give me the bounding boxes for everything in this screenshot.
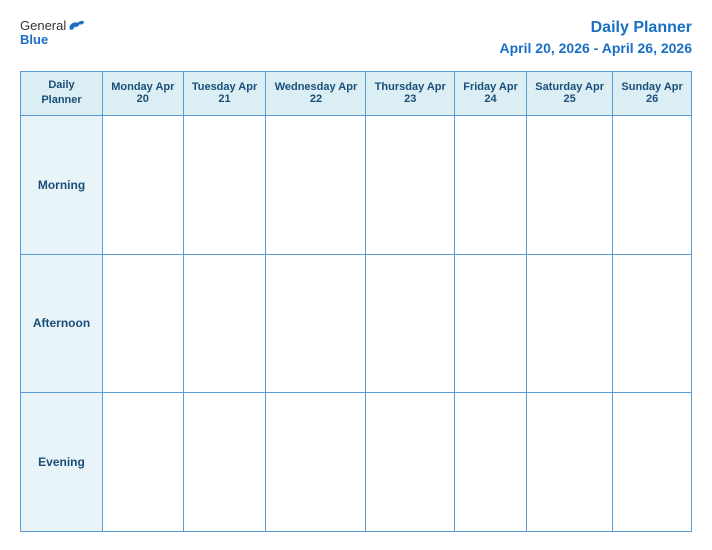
date-range: April 20, 2026 - April 26, 2026 <box>500 39 692 57</box>
cell-afternoon-monday[interactable] <box>103 254 184 393</box>
cell-afternoon-thursday[interactable] <box>366 254 455 393</box>
cell-morning-sunday[interactable] <box>613 115 692 254</box>
day-name-saturday: Saturday <box>535 81 582 93</box>
cell-afternoon-saturday[interactable] <box>527 254 613 393</box>
cell-morning-tuesday[interactable] <box>183 115 266 254</box>
cell-evening-wednesday[interactable] <box>266 393 366 532</box>
time-label-afternoon: Afternoon <box>21 254 103 393</box>
day-name-wednesday: Wednesday <box>275 81 336 93</box>
logo-area: General Blue <box>20 18 86 47</box>
row-afternoon: Afternoon <box>21 254 692 393</box>
col-header-wednesday: Wednesday Apr 22 <box>266 71 366 115</box>
cell-evening-tuesday[interactable] <box>183 393 266 532</box>
calendar-table: Daily Planner Monday Apr 20 Tuesday Apr … <box>20 71 692 532</box>
title-area: Daily Planner April 20, 2026 - April 26,… <box>500 18 692 57</box>
label-line2: Planner <box>41 94 81 106</box>
logo-bird-icon <box>68 19 86 33</box>
col-header-thursday: Thursday Apr 23 <box>366 71 455 115</box>
label-line1: Daily <box>48 79 74 91</box>
page: General Blue Daily Planner April 20, 202… <box>0 0 712 550</box>
day-name-monday: Monday <box>111 81 153 93</box>
day-name-thursday: Thursday <box>375 81 425 93</box>
cell-evening-thursday[interactable] <box>366 393 455 532</box>
row-evening: Evening <box>21 393 692 532</box>
day-name-tuesday: Tuesday <box>192 81 236 93</box>
cell-evening-friday[interactable] <box>455 393 527 532</box>
cell-afternoon-wednesday[interactable] <box>266 254 366 393</box>
cell-evening-saturday[interactable] <box>527 393 613 532</box>
logo-general-text: General <box>20 18 66 33</box>
time-label-morning: Morning <box>21 115 103 254</box>
logo-text: General <box>20 18 86 33</box>
header: General Blue Daily Planner April 20, 202… <box>20 18 692 57</box>
col-header-tuesday: Tuesday Apr 21 <box>183 71 266 115</box>
cell-afternoon-tuesday[interactable] <box>183 254 266 393</box>
page-title: Daily Planner <box>500 18 692 39</box>
cell-morning-monday[interactable] <box>103 115 184 254</box>
logo-blue-text: Blue <box>20 32 48 47</box>
time-label-evening: Evening <box>21 393 103 532</box>
cell-morning-thursday[interactable] <box>366 115 455 254</box>
col-header-sunday: Sunday Apr 26 <box>613 71 692 115</box>
col-header-saturday: Saturday Apr 25 <box>527 71 613 115</box>
cell-morning-saturday[interactable] <box>527 115 613 254</box>
col-header-label: Daily Planner <box>21 71 103 115</box>
col-header-monday: Monday Apr 20 <box>103 71 184 115</box>
cell-afternoon-sunday[interactable] <box>613 254 692 393</box>
cell-evening-monday[interactable] <box>103 393 184 532</box>
cell-evening-sunday[interactable] <box>613 393 692 532</box>
day-name-sunday: Sunday <box>621 81 661 93</box>
col-header-friday: Friday Apr 24 <box>455 71 527 115</box>
cell-morning-friday[interactable] <box>455 115 527 254</box>
cell-afternoon-friday[interactable] <box>455 254 527 393</box>
cell-morning-wednesday[interactable] <box>266 115 366 254</box>
row-morning: Morning <box>21 115 692 254</box>
day-name-friday: Friday <box>463 81 496 93</box>
